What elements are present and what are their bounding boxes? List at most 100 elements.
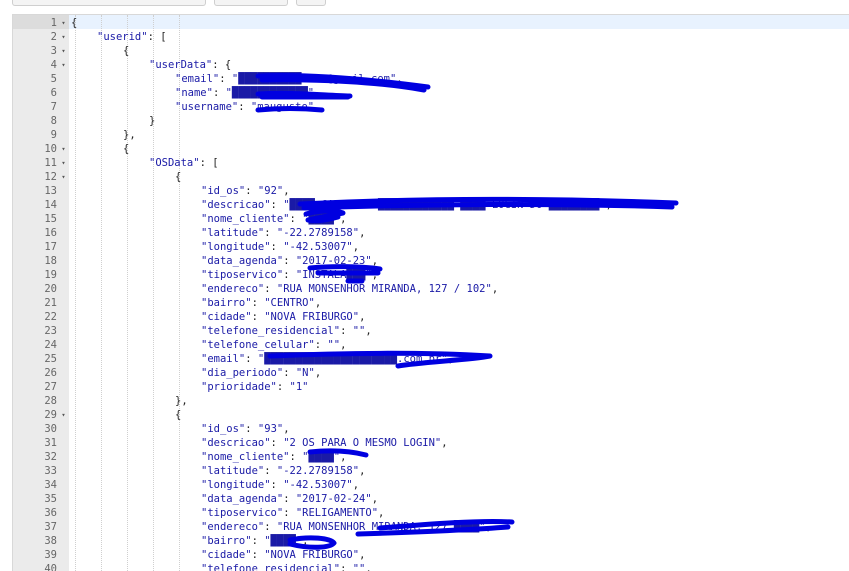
code-line: 6 "name": "████████████", (13, 86, 849, 100)
fold-toggle-icon[interactable]: ▾ (59, 44, 68, 58)
line-number: 19 (44, 269, 57, 281)
toolbar-button-3[interactable] (296, 0, 326, 6)
json-value: "-22.2789158" (276, 227, 360, 239)
toolbar-button-1[interactable] (12, 0, 206, 6)
json-key: "longitude" (201, 241, 271, 253)
line-number: 4 (50, 59, 57, 71)
code-text: "longitude": "-42.53007", (201, 478, 359, 492)
line-number: 36 (44, 507, 57, 519)
code-line: 16 "latitude": "-22.2789158", (13, 226, 849, 240)
code-text: }, (123, 128, 136, 142)
line-number: 20 (44, 283, 57, 295)
punctuation: , (485, 521, 492, 533)
line-number: 12 (44, 171, 57, 183)
code-line: 24 "telefone_celular": "", (13, 338, 849, 352)
json-key: "endereco" (201, 521, 265, 533)
line-number: 30 (44, 423, 57, 435)
punctuation: , (371, 493, 379, 505)
json-value: "████" (264, 535, 303, 547)
json-key: "id_os" (201, 185, 246, 197)
code-line: 13 "id_os": "92", (13, 184, 849, 198)
line-number: 10 (44, 143, 57, 155)
json-value: "INSTALA███" (295, 269, 372, 281)
code-line: 7 "username": "maugusto" (13, 100, 849, 114)
code-line: 2 ▾ "userid": [ (13, 30, 849, 44)
code-line: 23 "telefone_residencial": "", (13, 324, 849, 338)
json-key: "nome_cliente" (201, 451, 290, 463)
code-line: 27 "prioridade": "1" (13, 380, 849, 394)
punctuation: { (123, 45, 130, 57)
code-text: "longitude": "-42.53007", (201, 240, 359, 254)
punctuation: , (352, 479, 360, 491)
code-text: "cidade": "NOVA FRIBURGO", (201, 548, 365, 562)
punctuation: , (447, 353, 454, 365)
json-key: "tiposervico" (201, 269, 284, 281)
toolbar-button-2[interactable] (214, 0, 288, 6)
line-number: 31 (44, 437, 57, 449)
colon: : (264, 521, 277, 533)
json-code-editor[interactable]: 1 ▾{2 ▾ "userid": [3 ▾{4 ▾ "userData": {5 "emai… (12, 14, 849, 571)
json-value: "█████████████████████.com.br" (257, 353, 448, 365)
code-line: 9}, (13, 128, 849, 142)
colon: : (283, 255, 296, 267)
colon: : (314, 339, 328, 351)
code-text: "username": "maugusto" (175, 100, 314, 114)
fold-toggle-icon[interactable]: ▾ (59, 408, 68, 422)
code-line: 32 "nome_cliente": "████", (13, 450, 849, 464)
fold-toggle-icon[interactable]: ▾ (59, 16, 68, 30)
code-line: 29 ▾ { (13, 408, 849, 422)
code-text: "prioridade": "1" (201, 380, 308, 394)
json-value: "93" (257, 423, 284, 435)
line-number: 39 (44, 549, 57, 561)
fold-toggle-icon[interactable]: ▾ (59, 30, 68, 44)
colon: : (289, 213, 303, 225)
line-number: 21 (44, 297, 57, 309)
line-number: 35 (44, 493, 57, 505)
colon: : (283, 367, 296, 379)
code-text: "descricao": "████ CADASTRO ████████████… (201, 198, 612, 212)
code-line: 33 "latitude": "-22.2789158", (13, 464, 849, 478)
fold-toggle-icon[interactable]: ▾ (59, 156, 68, 170)
line-number: 29 (44, 409, 57, 421)
json-value: "2 OS PARA O MESMO LOGIN" (283, 437, 442, 449)
line-number: 11 (44, 157, 57, 169)
code-text: }, (175, 394, 188, 408)
punctuation: , (605, 199, 612, 211)
json-value: "1" (289, 381, 309, 393)
code-line: 3 ▾ { (13, 44, 849, 58)
colon: : (251, 549, 265, 561)
json-value: "-42.53007" (283, 479, 353, 491)
json-value: "-22.2789158" (276, 465, 360, 477)
fold-toggle-icon[interactable]: ▾ (59, 58, 68, 72)
json-key: "cidade" (201, 311, 252, 323)
punctuation: , (314, 87, 321, 99)
json-value: "2017-02-23" (295, 255, 372, 267)
fold-toggle-icon[interactable]: ▾ (59, 142, 68, 156)
fold-toggle-icon[interactable]: ▾ (59, 170, 68, 184)
code-text: "userid": [ (97, 30, 167, 44)
line-number: 28 (44, 395, 57, 407)
punctuation: , (283, 423, 290, 435)
json-key: "email" (201, 353, 246, 365)
punctuation: }, (175, 395, 188, 407)
json-key: "endereco" (201, 283, 265, 295)
code-text: "email": "██████████ilva@gmail.com", (175, 72, 403, 86)
colon: : (283, 269, 296, 281)
colon: : (245, 423, 258, 435)
json-key: "descricao" (201, 199, 271, 211)
json-value: "CENTRO" (264, 297, 315, 309)
punctuation: , (340, 213, 347, 225)
punctuation: , (340, 451, 347, 463)
colon: : (276, 381, 290, 393)
json-key: "prioridade" (201, 381, 277, 393)
line-number: 25 (44, 353, 57, 365)
code-text: "endereco": "RUA MONSENHOR MIRANDA, 127 … (201, 520, 492, 534)
json-key: "nome_cliente" (201, 213, 290, 225)
code-text: "descricao": "2 OS PARA O MESMO LOGIN", (201, 436, 448, 450)
punctuation: , (314, 297, 322, 309)
code-line: 4 ▾ "userData": { (13, 58, 849, 72)
json-value: "" (327, 339, 341, 351)
punctuation: { (175, 409, 182, 421)
colon: : (283, 507, 296, 519)
code-text: { (175, 170, 181, 184)
